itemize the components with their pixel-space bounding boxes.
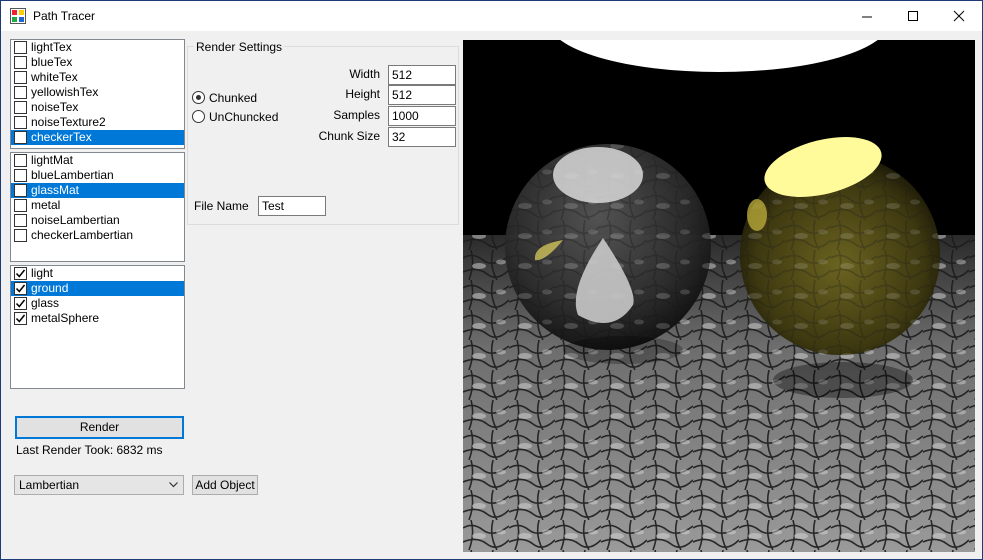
checkmark-icon bbox=[16, 269, 25, 278]
checkmark-icon bbox=[16, 314, 25, 323]
file-name-input[interactable]: Test bbox=[258, 196, 326, 216]
item-checkbox[interactable] bbox=[14, 282, 27, 295]
list-item[interactable]: lightTex bbox=[11, 40, 184, 55]
chunked-radio[interactable] bbox=[192, 91, 205, 104]
list-item[interactable]: glass bbox=[11, 296, 184, 311]
list-item[interactable]: metalSphere bbox=[11, 311, 184, 326]
item-checkbox[interactable] bbox=[14, 154, 27, 167]
list-item-label: metalSphere bbox=[31, 311, 100, 325]
unchunked-radio[interactable] bbox=[192, 110, 205, 123]
item-checkbox[interactable] bbox=[14, 131, 27, 144]
unchunked-label[interactable]: UnChuncked bbox=[209, 110, 278, 124]
list-item[interactable]: noiseTex bbox=[11, 100, 184, 115]
app-icon bbox=[10, 8, 26, 24]
list-item-label: metal bbox=[31, 198, 61, 212]
width-input[interactable]: 512 bbox=[388, 65, 456, 85]
chunk-size-label: Chunk Size bbox=[318, 129, 380, 143]
item-checkbox[interactable] bbox=[14, 229, 27, 242]
close-icon bbox=[953, 10, 965, 22]
chevron-down-icon bbox=[169, 482, 178, 488]
list-item-label: glassMat bbox=[31, 183, 80, 197]
list-item-label: checkerLambertian bbox=[31, 228, 134, 242]
list-item[interactable]: checkerTex bbox=[11, 130, 184, 145]
item-checkbox[interactable] bbox=[14, 297, 27, 310]
item-checkbox[interactable] bbox=[14, 184, 27, 197]
rendered-scene bbox=[463, 40, 975, 552]
list-item-label: checkerTex bbox=[31, 130, 92, 144]
maximize-button[interactable] bbox=[890, 1, 936, 31]
item-checkbox[interactable] bbox=[14, 267, 27, 280]
list-item-label: noiseTex bbox=[31, 100, 79, 114]
height-label: Height bbox=[345, 87, 380, 101]
texture-list[interactable]: lightTex blueTex whiteTex yellowishTex noise… bbox=[10, 39, 185, 149]
list-item[interactable]: light bbox=[11, 266, 184, 281]
radio-selected-dot bbox=[196, 95, 201, 100]
maximize-icon bbox=[908, 11, 918, 21]
item-checkbox[interactable] bbox=[14, 56, 27, 69]
item-checkbox[interactable] bbox=[14, 71, 27, 84]
list-item[interactable]: lightMat bbox=[11, 153, 184, 168]
samples-label: Samples bbox=[333, 108, 380, 122]
checkmark-icon bbox=[16, 299, 25, 308]
render-output-image bbox=[463, 40, 975, 552]
list-item[interactable]: metal bbox=[11, 198, 184, 213]
item-checkbox[interactable] bbox=[14, 86, 27, 99]
close-button[interactable] bbox=[936, 1, 982, 31]
object-list[interactable]: light ground glass metalSphere bbox=[10, 265, 185, 389]
list-item[interactable]: blueLambertian bbox=[11, 168, 184, 183]
list-item[interactable]: blueTex bbox=[11, 55, 184, 70]
list-item-label: whiteTex bbox=[31, 70, 78, 84]
render-button[interactable]: Render bbox=[15, 416, 184, 439]
list-item-label: yellowishTex bbox=[31, 85, 99, 99]
minimize-button[interactable] bbox=[844, 1, 890, 31]
list-item-label: lightMat bbox=[31, 153, 74, 167]
object-type-value: Lambertian bbox=[19, 478, 80, 492]
list-item-label: lightTex bbox=[31, 40, 72, 54]
list-item[interactable]: glassMat bbox=[11, 183, 184, 198]
list-item-label: glass bbox=[31, 296, 60, 310]
chunk-size-input[interactable]: 32 bbox=[388, 127, 456, 147]
item-checkbox[interactable] bbox=[14, 41, 27, 54]
chunked-label[interactable]: Chunked bbox=[209, 91, 257, 105]
item-checkbox[interactable] bbox=[14, 312, 27, 325]
list-item-label: blueLambertian bbox=[31, 168, 114, 182]
list-item[interactable]: noiseLambertian bbox=[11, 213, 184, 228]
list-item[interactable]: yellowishTex bbox=[11, 85, 184, 100]
checkmark-icon bbox=[16, 284, 25, 293]
list-item[interactable]: noiseTexture2 bbox=[11, 115, 184, 130]
width-label: Width bbox=[349, 67, 380, 81]
samples-input[interactable]: 1000 bbox=[388, 106, 456, 126]
height-input[interactable]: 512 bbox=[388, 85, 456, 105]
item-checkbox[interactable] bbox=[14, 169, 27, 182]
title-bar[interactable]: Path Tracer bbox=[1, 1, 982, 31]
app-window: Path Tracer lightTex blueTex whiteTex yello… bbox=[0, 0, 983, 560]
add-object-button[interactable]: Add Object bbox=[192, 475, 258, 495]
render-settings-title: Render Settings bbox=[194, 40, 285, 54]
item-checkbox[interactable] bbox=[14, 101, 27, 114]
item-checkbox[interactable] bbox=[14, 199, 27, 212]
list-item-label: noiseTexture2 bbox=[31, 115, 106, 129]
item-checkbox[interactable] bbox=[14, 116, 27, 129]
list-item-label: light bbox=[31, 266, 54, 280]
list-item[interactable]: whiteTex bbox=[11, 70, 184, 85]
list-item[interactable]: ground bbox=[11, 281, 184, 296]
minimize-icon bbox=[862, 16, 872, 18]
list-item-label: ground bbox=[31, 281, 69, 295]
file-name-label: File Name bbox=[194, 199, 249, 213]
object-type-dropdown[interactable]: Lambertian bbox=[14, 475, 184, 495]
last-render-status: Last Render Took: 6832 ms bbox=[16, 443, 163, 457]
material-list[interactable]: lightMat blueLambertian glassMat metal noise… bbox=[10, 152, 185, 262]
list-item[interactable]: checkerLambertian bbox=[11, 228, 184, 243]
item-checkbox[interactable] bbox=[14, 214, 27, 227]
window-title: Path Tracer bbox=[33, 9, 96, 23]
list-item-label: noiseLambertian bbox=[31, 213, 120, 227]
list-item-label: blueTex bbox=[31, 55, 73, 69]
